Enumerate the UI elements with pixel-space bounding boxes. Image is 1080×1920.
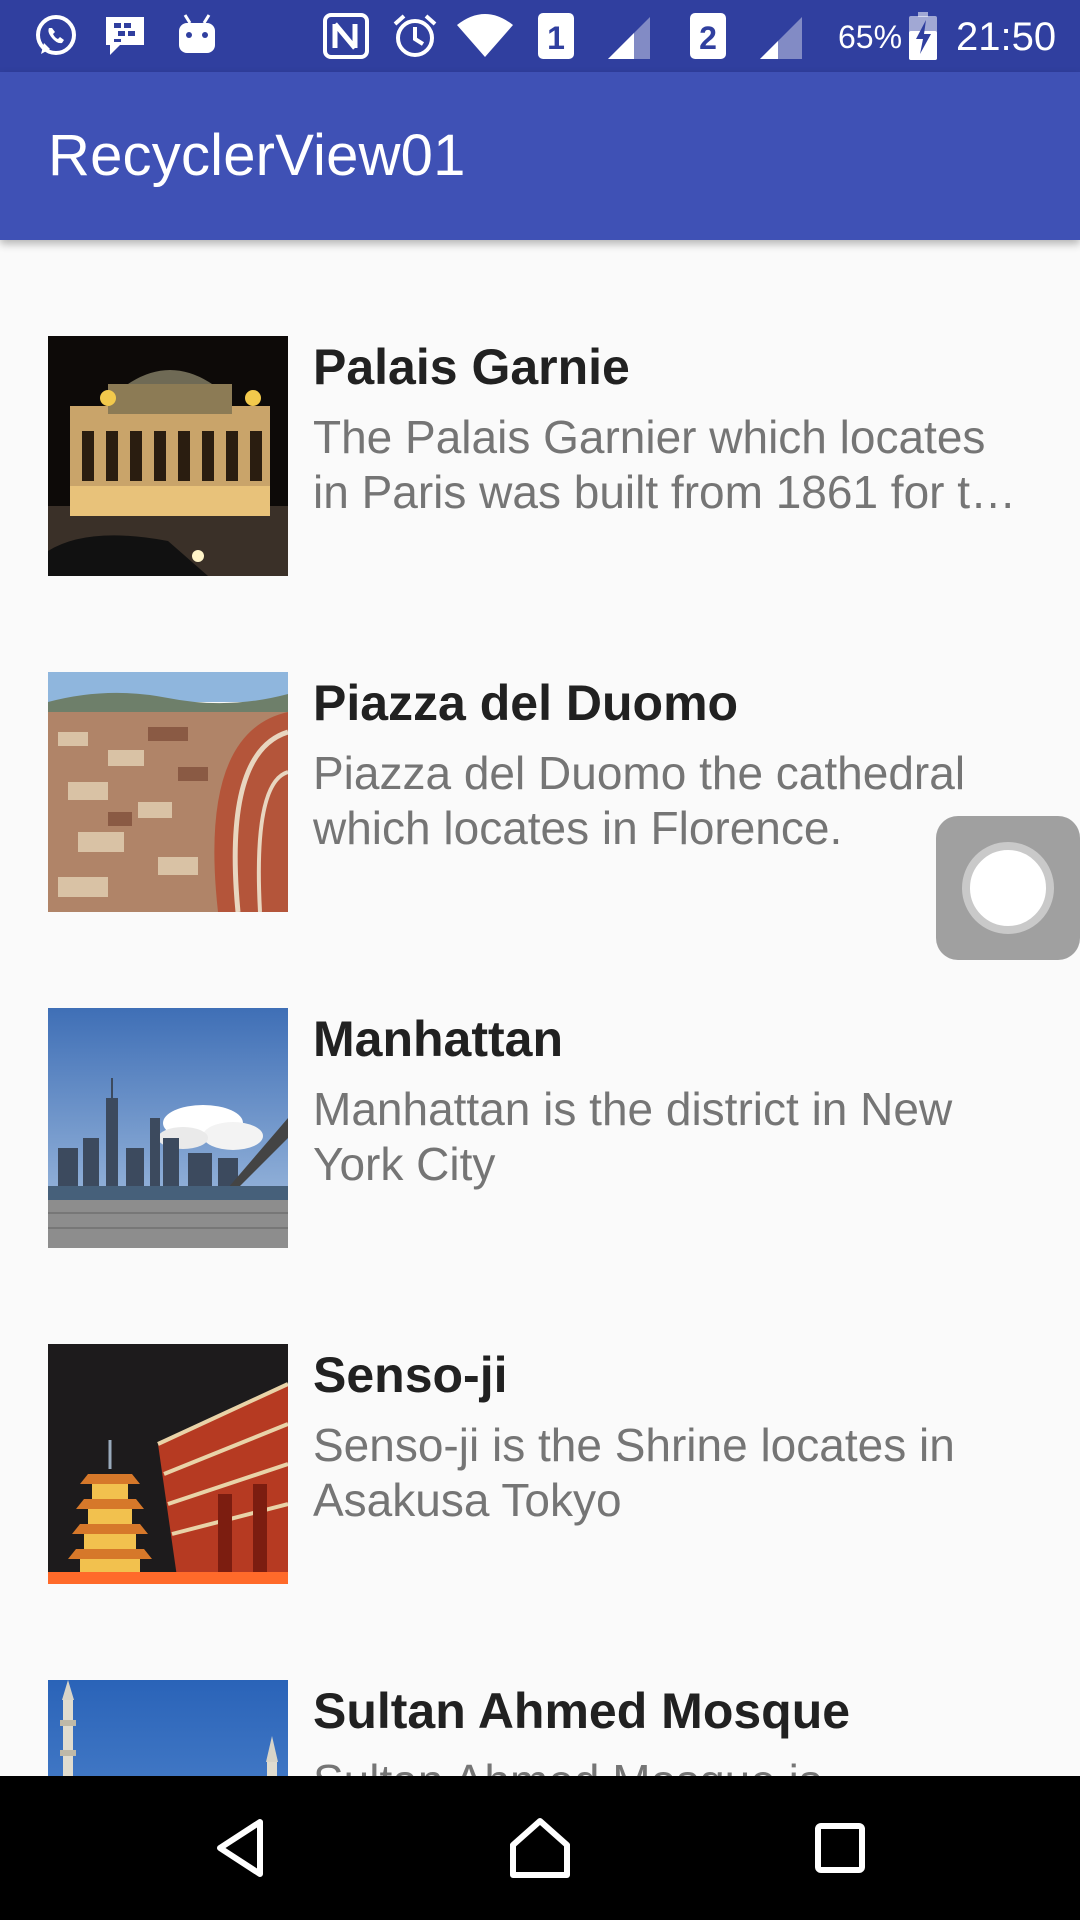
item-title: Senso-ji [313,1347,508,1403]
sim2-label: 2 [699,20,717,56]
home-button[interactable] [450,1776,630,1920]
back-icon [217,1819,263,1877]
item-description: Piazza del Duomo the cathedral which loc… [313,747,966,854]
sim2-signal-icon: 2 [688,10,808,62]
floating-assistive-button[interactable] [936,816,1080,960]
item-title: Piazza del Duomo [313,675,739,731]
sim1-signal-icon: 1 [536,10,656,62]
item-thumbnail [48,1680,288,1776]
list-item[interactable]: Senso-ji Senso-ji is the Shrine locates … [0,1248,1080,1584]
alarm-icon [388,10,442,62]
item-thumbnail [48,1008,288,1248]
wifi-icon [454,10,516,62]
home-icon [510,1818,570,1878]
back-button[interactable] [152,1776,332,1920]
app-title: RecyclerView01 [48,123,466,188]
item-description: Senso-ji is the Shrine locates in Asakus… [313,1419,955,1526]
sim1-label: 1 [547,20,565,56]
navigation-bar [0,1776,1080,1920]
recycler-list[interactable]: Palais Garnie The Palais Garnier which l… [0,240,1080,1776]
whatsapp-icon [28,10,82,62]
app-bar: RecyclerView01 [0,72,1080,240]
recents-icon [815,1823,865,1873]
item-description: Manhattan is the district in New York Ci… [313,1083,953,1190]
item-thumbnail [48,672,288,912]
list-item[interactable]: Palais Garnie The Palais Garnier which l… [0,240,1080,576]
item-title: Sultan Ahmed Mosque [313,1683,851,1739]
item-title: Palais Garnie [313,339,630,395]
battery-percent: 65% [838,19,903,55]
list-item[interactable]: Manhattan Manhattan is the district in N… [0,912,1080,1248]
item-title: Manhattan [313,1011,563,1067]
android-debug-icon [170,10,224,62]
item-thumbnail [48,336,288,576]
assistive-ring-icon [962,842,1054,934]
battery-charging-icon [906,10,940,62]
blackberry-messenger-icon [98,10,152,62]
nfc-icon [318,10,374,62]
recents-button[interactable] [750,1776,930,1920]
item-thumbnail [48,1344,288,1584]
clock: 21:50 [956,15,1057,59]
list-item[interactable]: Piazza del Duomo Piazza del Duomo the ca… [0,576,1080,912]
item-description: Sultan Ahmed Mosque is [313,1754,1033,1776]
list-item[interactable]: Sultan Ahmed Mosque Sultan Ahmed Mosque … [0,1584,1080,1776]
status-bar: 1 2 65% 21:50 [0,0,1080,72]
item-description: The Palais Garnier which locates in Pari… [313,411,1022,518]
